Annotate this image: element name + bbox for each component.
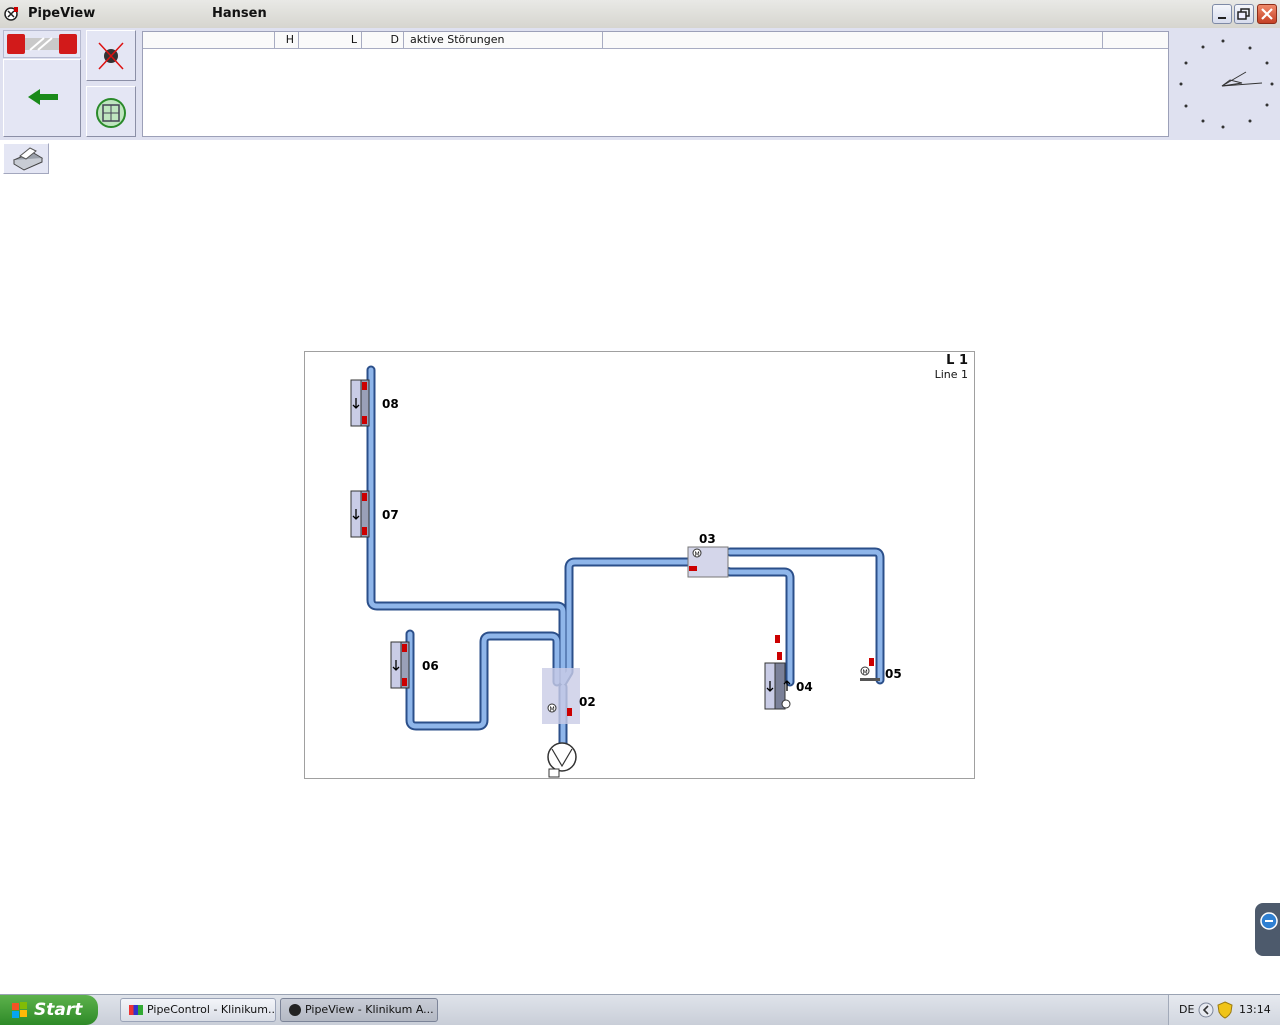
minimize-button[interactable] bbox=[1212, 4, 1232, 24]
station-03[interactable]: M bbox=[687, 546, 729, 578]
task-label: PipeControl - Klinikum... bbox=[147, 1003, 276, 1016]
close-icon bbox=[1261, 8, 1273, 20]
blower-unit[interactable] bbox=[547, 742, 577, 778]
start-label: Start bbox=[34, 1000, 83, 1020]
minimize-icon bbox=[1218, 17, 1226, 19]
col-extra bbox=[603, 32, 1103, 48]
station-08[interactable] bbox=[350, 379, 370, 427]
station-07[interactable] bbox=[350, 490, 370, 538]
pipe-line-diagram: L 1 Line 1 M M M 08 07 06 02 03 04 05 bbox=[304, 351, 975, 779]
windows-logo-icon bbox=[12, 1002, 27, 1018]
pipe-status-button[interactable] bbox=[3, 30, 81, 58]
col-d[interactable]: D bbox=[362, 32, 404, 48]
svg-text:M: M bbox=[695, 551, 700, 558]
globe-icon bbox=[96, 98, 126, 128]
clock-time: 13:14 bbox=[1239, 1003, 1271, 1016]
arrow-left-icon bbox=[28, 89, 58, 105]
col-h[interactable]: H bbox=[275, 32, 299, 48]
no-alarm-icon bbox=[98, 42, 124, 70]
restore-button[interactable] bbox=[1234, 4, 1254, 24]
task-pipecontrol[interactable]: PipeControl - Klinikum... bbox=[120, 998, 276, 1022]
station-06[interactable] bbox=[390, 641, 410, 689]
security-shield-icon[interactable] bbox=[1217, 1001, 1233, 1019]
message-panel: H L D aktive Störungen bbox=[142, 31, 1169, 137]
station-label: 03 bbox=[699, 532, 716, 546]
remote-support-tab[interactable] bbox=[1255, 903, 1280, 956]
user-name: Hansen bbox=[212, 6, 267, 21]
station-label: 02 bbox=[579, 695, 596, 709]
taskbar: Start PipeControl - Klinikum... PipeView… bbox=[0, 994, 1280, 1025]
col-l[interactable]: L bbox=[299, 32, 362, 48]
pipecontrol-icon bbox=[129, 1005, 143, 1015]
station-label: 08 bbox=[382, 397, 399, 411]
chevron-left-icon[interactable] bbox=[1197, 1001, 1215, 1019]
remote-support-icon bbox=[1260, 912, 1278, 930]
task-label: PipeView - Klinikum A... bbox=[305, 1003, 434, 1016]
station-label: 06 bbox=[422, 659, 439, 673]
col-active-faults[interactable]: aktive Störungen bbox=[404, 32, 603, 48]
print-button[interactable] bbox=[3, 143, 49, 174]
disable-alarm-button[interactable] bbox=[86, 30, 136, 81]
svg-text:M: M bbox=[863, 669, 868, 676]
start-button[interactable]: Start bbox=[0, 995, 98, 1025]
message-header: H L D aktive Störungen bbox=[143, 32, 1168, 49]
window-title: PipeView bbox=[28, 6, 96, 21]
pipeview-icon bbox=[289, 1004, 301, 1016]
app-icon bbox=[4, 7, 18, 21]
col-blank bbox=[143, 32, 275, 48]
network-button[interactable] bbox=[86, 86, 136, 137]
task-pipeview[interactable]: PipeView - Klinikum A... bbox=[280, 998, 438, 1022]
pipe-network: M M M bbox=[350, 365, 885, 778]
analog-clock bbox=[1170, 28, 1280, 140]
station-label: 05 bbox=[885, 667, 902, 681]
station-02[interactable]: M bbox=[542, 668, 580, 724]
restore-icon bbox=[1237, 8, 1250, 20]
svg-text:M: M bbox=[550, 706, 555, 713]
back-button[interactable] bbox=[3, 59, 81, 137]
printer-icon bbox=[12, 147, 44, 171]
title-bar: PipeView Hansen bbox=[0, 0, 1280, 29]
pipe-segment-icon bbox=[7, 34, 77, 54]
system-tray: DE 13:14 bbox=[1168, 995, 1280, 1025]
language-indicator[interactable]: DE bbox=[1179, 1003, 1194, 1016]
clock-icon bbox=[1179, 39, 1274, 129]
station-label: 04 bbox=[796, 680, 813, 694]
station-label: 07 bbox=[382, 508, 399, 522]
close-button[interactable] bbox=[1257, 4, 1277, 24]
